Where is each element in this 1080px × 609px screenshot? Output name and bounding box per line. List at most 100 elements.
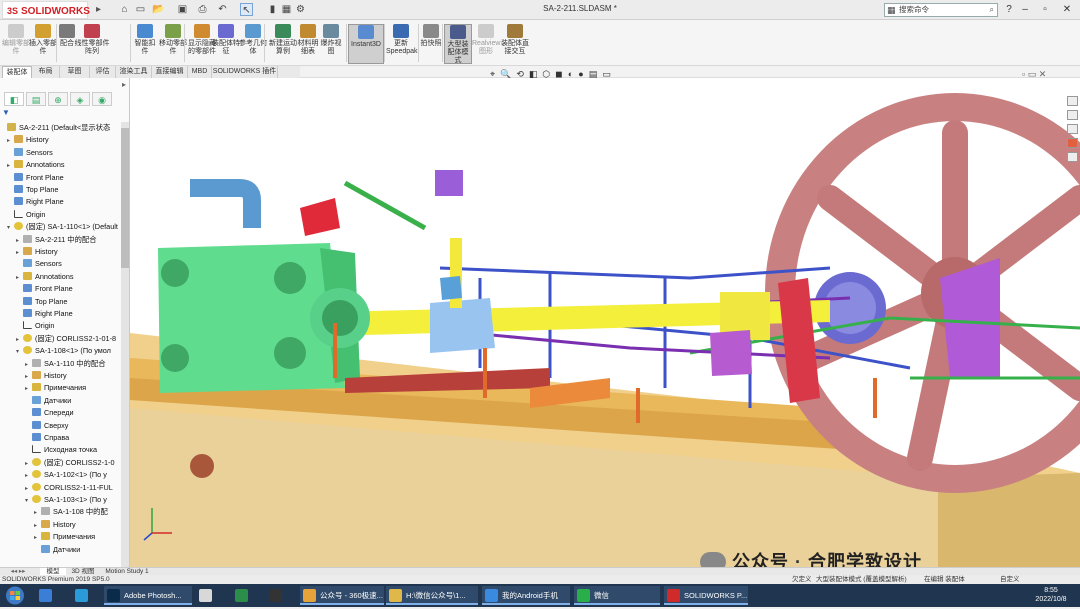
start-button[interactable] <box>0 584 30 607</box>
tree-item[interactable]: Front Plane <box>0 172 122 184</box>
ribbon-button-1[interactable]: 编辑零部件 <box>2 24 30 64</box>
taskbar-item-5[interactable] <box>232 586 264 605</box>
taskbar-item-6[interactable] <box>266 586 298 605</box>
tree-expander-icon[interactable]: ▸ <box>25 470 32 481</box>
tree-scrollbar-thumb[interactable] <box>121 128 129 268</box>
tree-item[interactable]: ▸ SA-1-110 中的配合 <box>0 358 122 370</box>
print-icon[interactable]: ⎙ <box>196 3 209 16</box>
ribbon-button-15[interactable]: 拍快照 <box>420 24 442 64</box>
tree-item[interactable]: ▾ SA-1-108<1> (По умол <box>0 345 122 357</box>
tab-3[interactable]: 草图 <box>60 66 90 78</box>
tree-expander-icon[interactable]: ▸ <box>16 247 23 258</box>
taskbar-item-7[interactable]: 公众号 - 360极速... <box>300 586 384 605</box>
tab-1[interactable]: 装配体 <box>2 66 32 78</box>
close-icon[interactable]: ✕ <box>1060 3 1074 17</box>
tab-5[interactable]: 渲染工具 <box>116 66 152 78</box>
tree-item[interactable]: ▸ SA-2-211 中的配合 <box>0 234 122 246</box>
graphics-area[interactable] <box>130 78 1080 567</box>
ribbon-button-2[interactable]: 插入零部件 <box>28 24 58 64</box>
new-doc-icon[interactable]: ▭ <box>134 3 147 16</box>
select-icon[interactable]: ↖ <box>240 3 253 16</box>
tree-item[interactable]: ▾ (固定) SA-1-110<1> (Default <box>0 221 122 233</box>
ribbon-button-16[interactable]: 大型装配体模式 <box>444 24 472 64</box>
ribbon-button-8[interactable]: 装配体特征 <box>212 24 240 64</box>
tree-item[interactable]: ▸ Annotations <box>0 271 122 283</box>
engine-model-svg[interactable] <box>130 78 1080 567</box>
tree-item[interactable]: ▸ (固定) CORLISS2-1-01-8 <box>0 333 122 345</box>
tree-expander-icon[interactable]: ▸ <box>7 135 14 146</box>
collapse-panel-icon[interactable]: ▸ <box>122 80 126 89</box>
taskbar-item-9[interactable]: 我的Android手机 <box>482 586 570 605</box>
filter-icon[interactable]: ▼ <box>0 108 120 118</box>
tree-expander-icon[interactable]: ▾ <box>7 222 14 233</box>
restore-icon[interactable]: ▫ <box>1038 3 1052 17</box>
tab-6[interactable]: 直接编辑 <box>152 66 188 78</box>
tab-7[interactable]: MBD <box>188 66 212 78</box>
tree-item[interactable]: Front Plane <box>0 283 122 295</box>
tree-expander-icon[interactable]: ▸ <box>16 334 23 345</box>
tree-item[interactable]: Спереди <box>0 407 122 419</box>
tree-root[interactable]: SA-2-211 (Default<显示状态 <box>0 122 122 134</box>
tree-item[interactable]: ▸ (固定) CORLISS2-1-0 <box>0 457 122 469</box>
status-units[interactable]: 自定义 <box>1000 575 1020 584</box>
file-explorer-icon[interactable] <box>1067 124 1078 134</box>
ribbon-button-11[interactable]: 材料明细表 <box>296 24 320 64</box>
appearances-icon[interactable] <box>1067 152 1078 162</box>
options-icon[interactable]: ⚙ <box>294 3 307 16</box>
tree-item[interactable]: ▸ CORLISS2-1-11-FUL <box>0 482 122 494</box>
tree-item[interactable]: ▸ Примечания <box>0 531 122 543</box>
tree-item[interactable]: ▾ SA-1-103<1> (По у <box>0 494 122 506</box>
expand-menu-icon[interactable]: ▸ <box>92 3 105 16</box>
tree-item[interactable]: Исходная точка <box>0 444 122 456</box>
search-icon[interactable]: ⌕ <box>990 4 994 16</box>
file-properties-icon[interactable]: ▦ <box>280 3 293 16</box>
property-manager-tab-icon[interactable]: ▤ <box>26 92 46 106</box>
taskbar-item-8[interactable]: H:\微信公众号\1... <box>386 586 478 605</box>
configuration-tab-icon[interactable]: ⊕ <box>48 92 68 106</box>
tree-expander-icon[interactable]: ▸ <box>25 458 32 469</box>
tree-expander-icon[interactable]: ▸ <box>34 507 41 518</box>
tree-expander-icon[interactable]: ▸ <box>34 520 41 531</box>
ribbon-button-18[interactable]: 装配体直接交互 <box>500 24 530 64</box>
ribbon-button-10[interactable]: 新建运动算例 <box>268 24 298 64</box>
tree-expander-icon[interactable]: ▸ <box>25 483 32 494</box>
home-icon[interactable]: ⌂ <box>118 3 131 16</box>
tree-expander-icon[interactable]: ▸ <box>25 371 32 382</box>
tree-item[interactable]: Top Plane <box>0 184 122 196</box>
tree-item[interactable]: Right Plane <box>0 196 122 208</box>
minimize-icon[interactable]: – <box>1018 3 1032 17</box>
taskbar-item-11[interactable]: SOLIDWORKS P... <box>664 586 748 605</box>
tree-item[interactable]: Датчики <box>0 544 122 556</box>
tree-item[interactable]: Датчики <box>0 395 122 407</box>
tree-item[interactable]: ▸ SA-1-102<1> (По у <box>0 469 122 481</box>
dimxpert-tab-icon[interactable]: ◈ <box>70 92 90 106</box>
taskbar-item-4[interactable] <box>196 586 228 605</box>
tree-expander-icon[interactable]: ▸ <box>25 383 32 394</box>
feature-tree-tab-icon[interactable]: ◧ <box>4 92 24 106</box>
ribbon-button-5[interactable]: 智能扣件 <box>132 24 158 64</box>
ribbon-button-4[interactable]: 线性零部件阵列 <box>74 24 110 64</box>
view-palette-icon[interactable] <box>1067 138 1078 148</box>
tree-item[interactable]: ▸ History <box>0 519 122 531</box>
tab-2[interactable]: 布局 <box>32 66 60 78</box>
tree-expander-icon[interactable]: ▸ <box>34 532 41 543</box>
tree-item[interactable]: Right Plane <box>0 308 122 320</box>
system-clock[interactable]: 8:55 2022/10/8 <box>1024 586 1078 606</box>
ribbon-button-13[interactable]: Instant3D <box>348 24 384 64</box>
tree-item[interactable]: Сверху <box>0 420 122 432</box>
tree-item[interactable]: Sensors <box>0 258 122 270</box>
taskbar-item-1[interactable] <box>36 586 68 605</box>
ribbon-button-17[interactable]: Realview 图形 <box>472 24 500 64</box>
tree-item[interactable]: Origin <box>0 209 122 221</box>
tab-8[interactable]: SOLIDWORKS 插件 <box>212 66 278 78</box>
save-icon[interactable]: ▣ <box>176 3 189 16</box>
tab-4[interactable]: 评估 <box>90 66 116 78</box>
design-library-icon[interactable] <box>1067 110 1078 120</box>
sw-resources-icon[interactable] <box>1067 96 1078 106</box>
tree-item[interactable]: ▸ History <box>0 370 122 382</box>
display-manager-tab-icon[interactable]: ◉ <box>92 92 112 106</box>
help-icon[interactable]: ? <box>1002 3 1016 17</box>
taskbar-item-3[interactable]: Adobe Photosh... <box>104 586 192 605</box>
tree-item[interactable]: Origin <box>0 320 122 332</box>
tree-item[interactable]: ▸ Примечания <box>0 382 122 394</box>
